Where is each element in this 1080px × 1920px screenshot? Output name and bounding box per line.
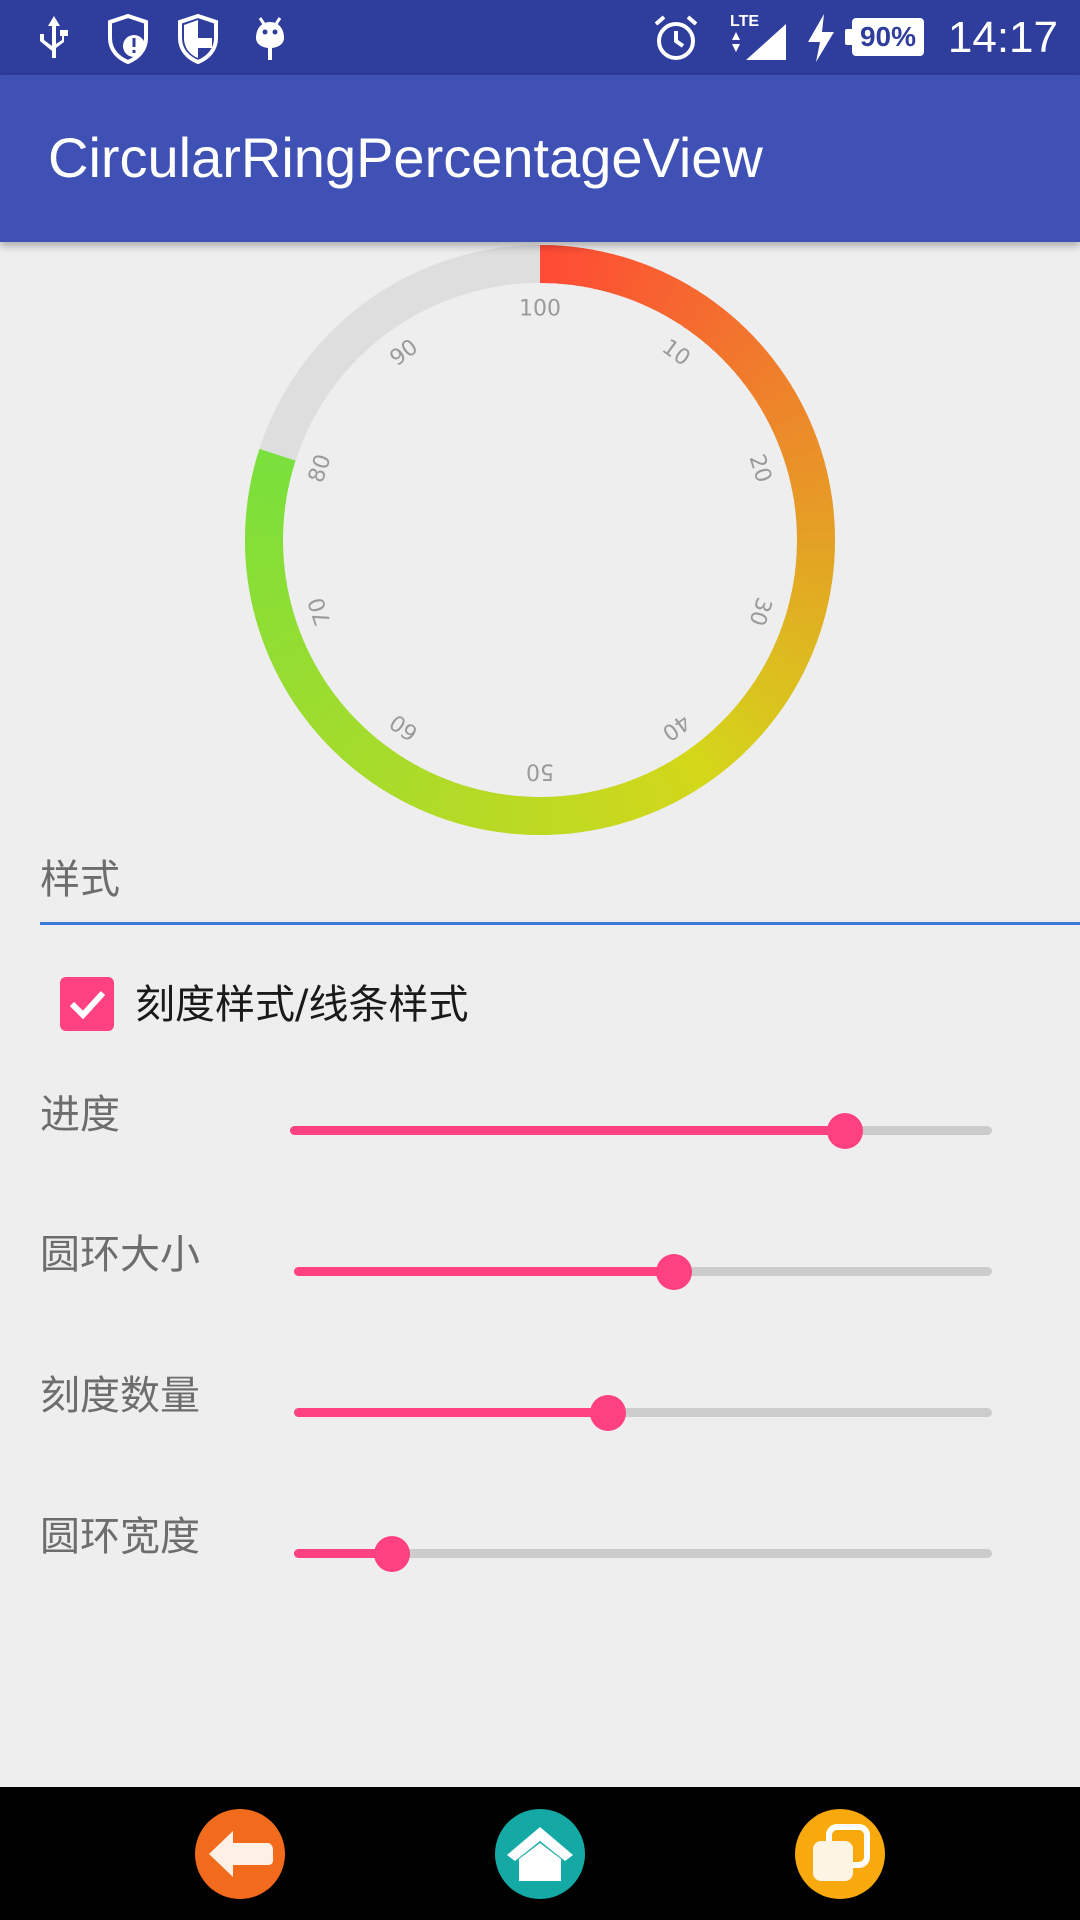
ring-size-slider[interactable] — [294, 1254, 992, 1290]
navigation-bar — [0, 1787, 1080, 1920]
ring-tick-label: 20 — [743, 451, 775, 485]
ring-tick-label: 50 — [526, 759, 554, 784]
ring-tick-label: 80 — [304, 451, 336, 485]
ring-tick-label: 60 — [386, 709, 423, 746]
recents-icon[interactable] — [795, 1809, 885, 1899]
tick-count-slider-thumb[interactable] — [590, 1395, 627, 1431]
ring-tick-label: 30 — [743, 594, 775, 628]
svg-text:LTE: LTE — [730, 13, 759, 30]
ring-progress-segment — [256, 448, 296, 470]
tick-count-slider-fill — [294, 1408, 609, 1417]
ring-tick-label: 90 — [386, 335, 423, 372]
ring-width-slider-thumb[interactable] — [373, 1536, 410, 1572]
battery-icon — [845, 29, 852, 45]
progress-slider[interactable] — [290, 1113, 992, 1149]
progress-slider-fill — [290, 1126, 845, 1135]
lte-signal-icon: LTE — [724, 10, 792, 66]
ring-svg: 100 10 20 30 40 50 60 70 80 90 — [244, 244, 836, 836]
ring-size-slider-fill — [294, 1267, 675, 1276]
alarm-icon — [648, 10, 704, 66]
ring-width-slider[interactable] — [294, 1536, 992, 1572]
ring-width-slider-label: 圆环宽度 — [40, 1514, 200, 1560]
app-title: CircularRingPercentageView — [48, 126, 763, 189]
shield-alert-icon — [100, 10, 156, 66]
style-section-header: 样式 — [40, 857, 120, 903]
shield-icon — [170, 10, 226, 66]
android-debug-icon — [242, 10, 298, 66]
ring-size-slider-label: 圆环大小 — [40, 1232, 200, 1278]
ring-tick-label: 40 — [657, 709, 694, 746]
tick-count-slider[interactable] — [294, 1395, 992, 1431]
battery-percent: 90% — [859, 21, 917, 52]
home-icon[interactable] — [495, 1809, 585, 1899]
scale-style-checkbox-label[interactable]: 刻度样式/线条样式 — [135, 977, 468, 1033]
section-divider — [40, 922, 1080, 925]
progress-slider-label: 进度 — [40, 1092, 120, 1138]
ring-size-slider-thumb[interactable] — [656, 1254, 693, 1290]
check-icon — [69, 990, 106, 1020]
ring-tick-label: 100 — [519, 297, 561, 322]
progress-slider-thumb[interactable] — [826, 1113, 863, 1149]
clock: 14:17 — [947, 13, 1058, 62]
back-arrow-icon[interactable] — [195, 1809, 285, 1899]
ring-tick-label: 10 — [657, 335, 694, 372]
charging-icon — [800, 10, 840, 66]
ring-tick-label: 70 — [304, 594, 336, 628]
usb-icon — [26, 10, 82, 66]
circular-ring-percentage-view: 100 10 20 30 40 50 60 70 80 90 — [240, 240, 840, 840]
tick-count-slider-label: 刻度数量 — [40, 1373, 200, 1419]
scale-style-checkbox[interactable] — [60, 977, 114, 1031]
status-bar: LTE 90% 14:17 — [0, 0, 1080, 75]
app-bar: CircularRingPercentageView — [0, 75, 1080, 242]
